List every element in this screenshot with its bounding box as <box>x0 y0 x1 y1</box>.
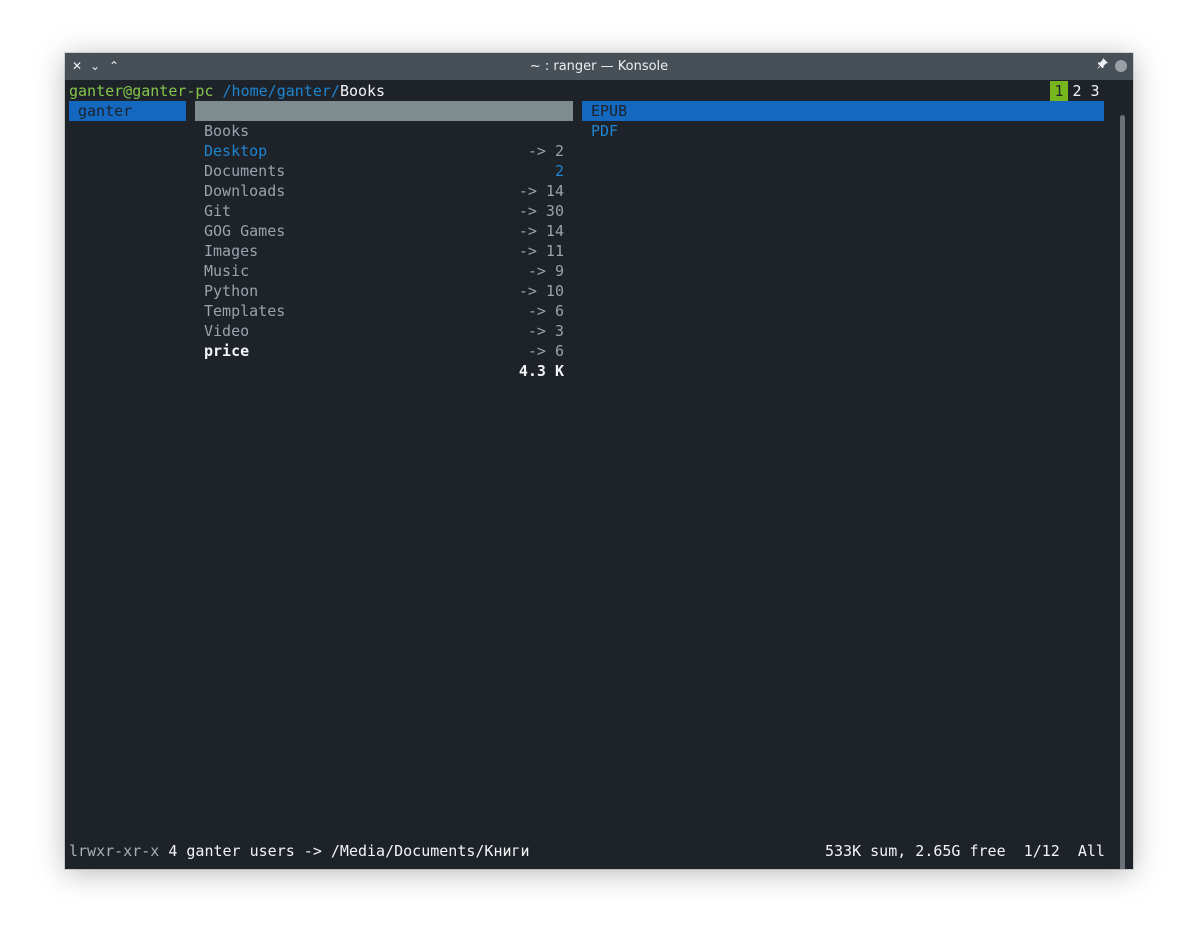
list-item[interactable]: Python -> 6 <box>195 261 573 320</box>
file-details: 4 ganter users -> /Media/Documents/Книги <box>168 842 530 860</box>
window-menu-icon[interactable] <box>1115 60 1127 72</box>
list-item[interactable]: Git -> 14 <box>195 181 573 240</box>
terminal-area[interactable]: ganter@ganter-pc /home/ganter/Books 1 2 … <box>65 80 1133 869</box>
scrollbar[interactable] <box>1120 115 1125 869</box>
user-host: ganter@ganter-pc <box>69 82 214 100</box>
status-line-right: 533K sum, 2.65G free 1/12 All <box>825 841 1105 861</box>
window-title: ~ : ranger — Konsole <box>529 59 669 74</box>
current-directory: Books <box>339 82 386 100</box>
tab-bar: 1 2 3 <box>1050 81 1106 101</box>
list-item[interactable]: Desktop 2 <box>195 121 573 180</box>
permissions: lrwxr-xr-x <box>69 842 160 860</box>
list-item[interactable]: Documents -> 14 <box>195 141 573 200</box>
item-info: -> 6 <box>527 342 564 360</box>
scroll-indicator: All <box>1077 842 1105 860</box>
list-item[interactable]: price 4.3 K <box>195 321 573 380</box>
list-item[interactable]: Downloads -> 30 <box>195 161 573 220</box>
list-item[interactable]: Books -> 2 <box>195 101 573 160</box>
tab-3[interactable]: 3 <box>1086 81 1104 101</box>
item-info: 4.3 K <box>518 362 564 380</box>
preview-item-pdf[interactable]: PDF <box>582 121 1104 141</box>
list-item[interactable]: Templates -> 3 <box>195 281 573 340</box>
list-item[interactable]: GOG Games -> 11 <box>195 201 573 260</box>
disk-usage: 533K sum, 2.65G free <box>825 842 1006 860</box>
list-item[interactable]: Video -> 6 <box>195 301 573 360</box>
tab-2[interactable]: 2 <box>1068 81 1086 101</box>
tab-1[interactable]: 1 <box>1050 81 1068 101</box>
item-name: price <box>204 342 250 360</box>
parent-item-ganter[interactable]: ganter <box>69 101 186 121</box>
status-line-left: lrwxr-xr-x 4 ganter users -> /Media/Docu… <box>69 841 530 861</box>
path-prefix: /home/ganter/ <box>222 82 340 100</box>
pin-icon[interactable] <box>1093 57 1111 75</box>
konsole-window: ✕ ⌄ ⌃ ~ : ranger — Konsole ganter@ganter… <box>65 53 1133 869</box>
list-item[interactable]: Music -> 10 <box>195 241 573 300</box>
position-indicator: 1/12 <box>1023 842 1060 860</box>
title-bar[interactable]: ✕ ⌄ ⌃ ~ : ranger — Konsole <box>65 53 1133 80</box>
ranger-header: ganter@ganter-pc /home/ganter/Books <box>69 81 385 101</box>
preview-item-epub[interactable]: EPUB <box>582 101 1104 121</box>
list-item[interactable]: Images -> 9 <box>195 221 573 280</box>
